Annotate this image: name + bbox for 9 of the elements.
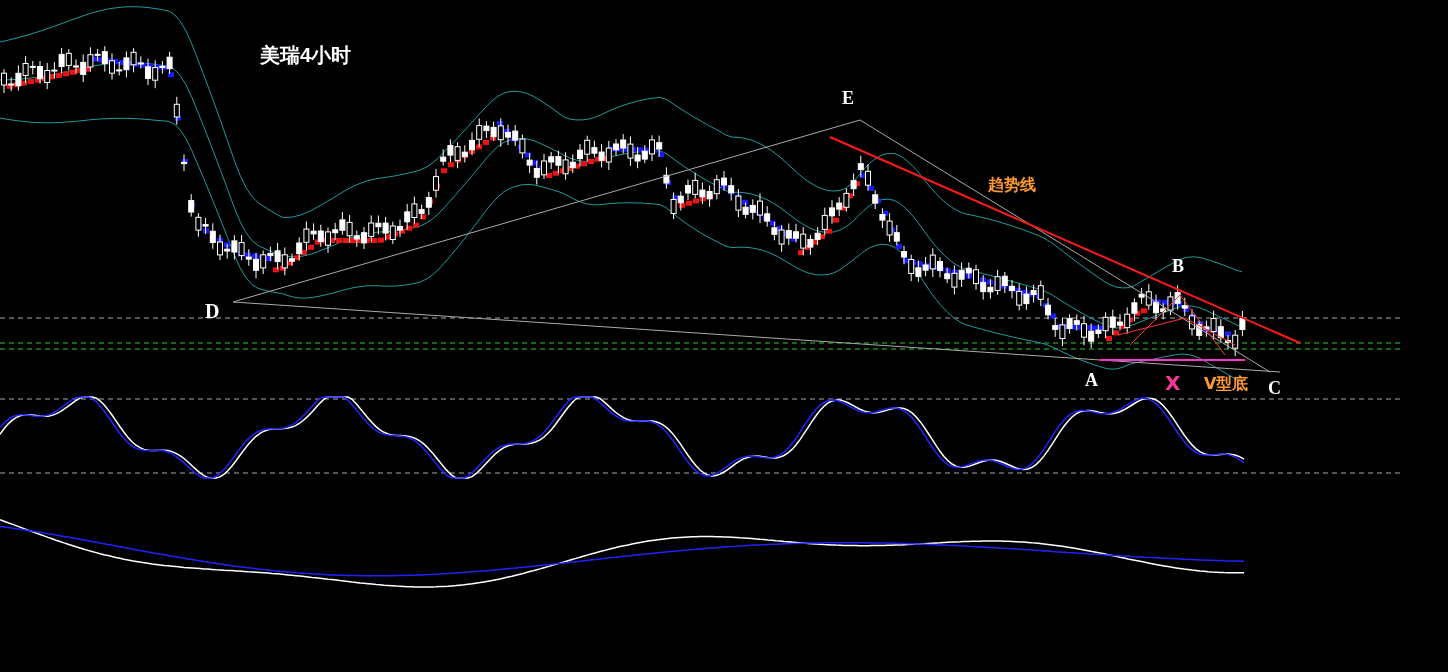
annotation-label: D [205,300,220,322]
chart-title: 美瑞4小时 [260,44,352,66]
annotation-label: C [1268,378,1281,398]
annotation-label: B [1172,256,1184,276]
annotation-label: X [1165,371,1181,395]
annotation-label: 趋势线 [988,175,1036,194]
annotation-label: E [842,88,854,108]
annotation-label: V型底 [1204,374,1249,393]
annotation-label: A [1085,370,1098,390]
